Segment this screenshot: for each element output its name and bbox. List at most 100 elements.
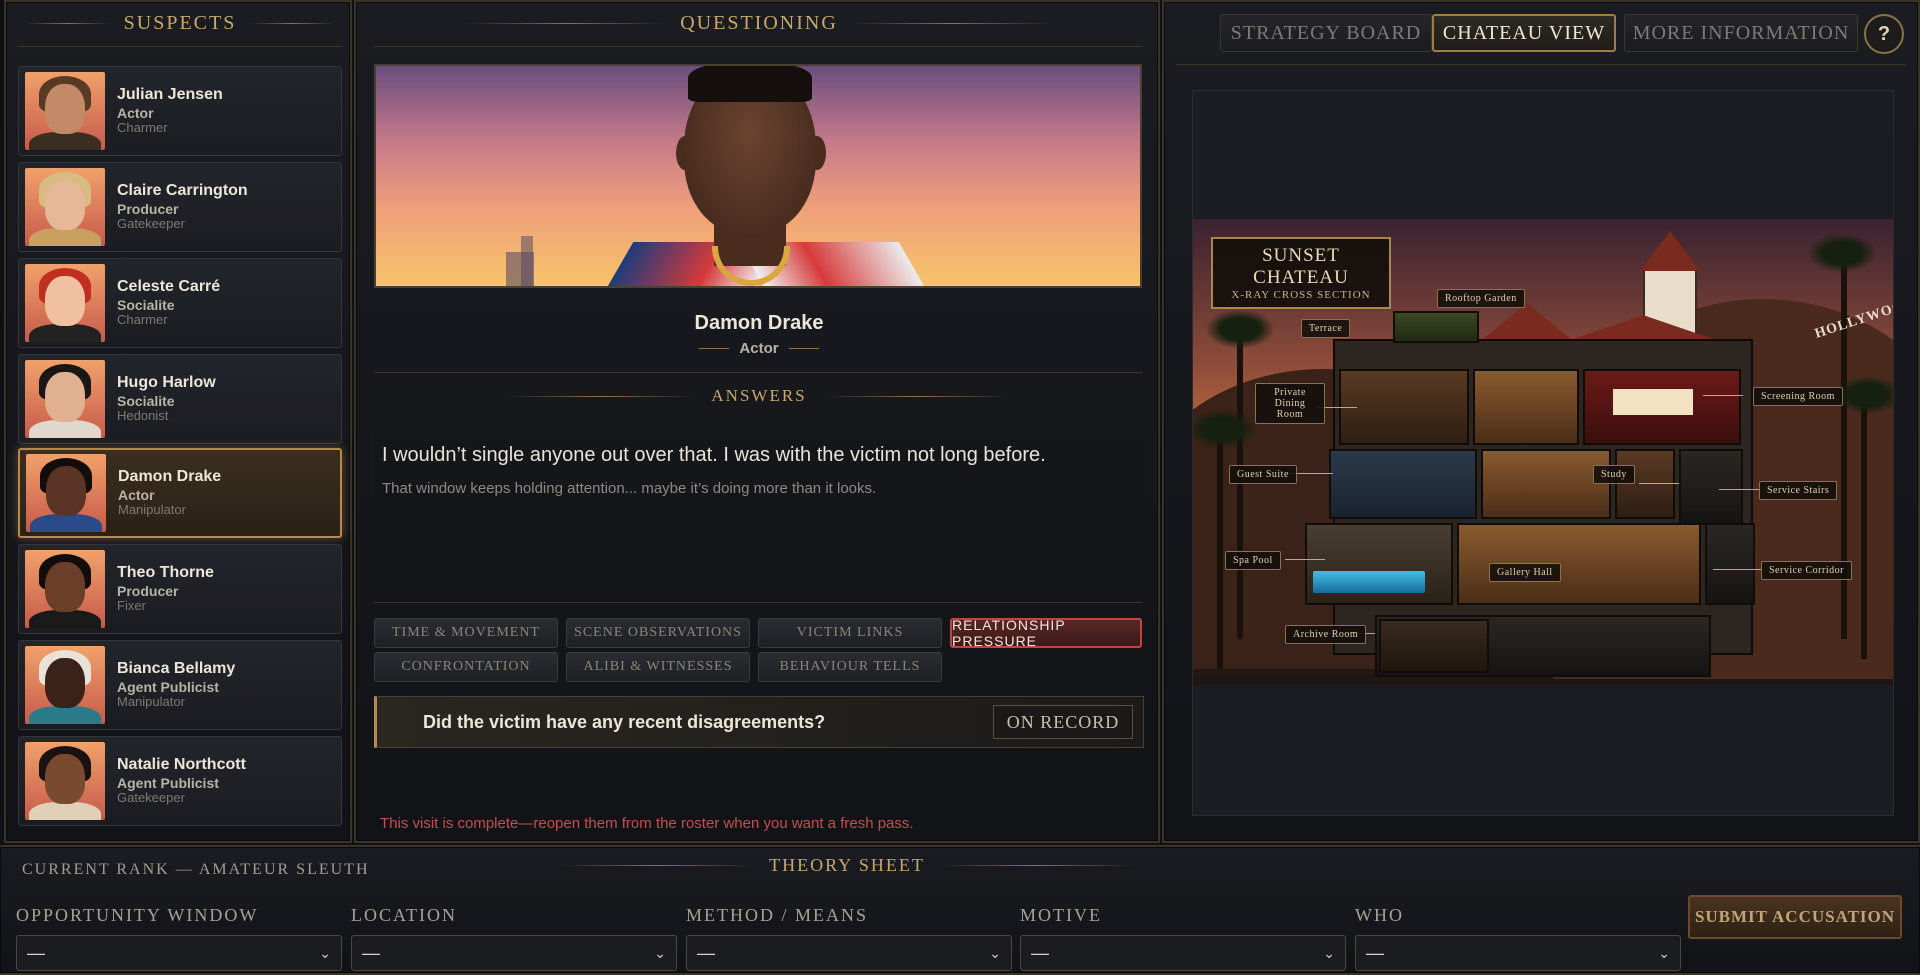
suspect-card-bianca-bellamy[interactable]: Bianca Bellamy Agent Publicist Manipulat… bbox=[18, 640, 342, 730]
suspect-role: Actor bbox=[117, 104, 154, 121]
tab-strategy-board[interactable]: STRATEGY BOARD bbox=[1220, 14, 1432, 52]
suspect-role: Producer bbox=[117, 582, 179, 599]
suspects-title-text: SUSPECTS bbox=[123, 12, 237, 34]
suspect-card-celeste-carre[interactable]: Celeste Carré Socialite Charmer bbox=[18, 258, 342, 348]
room-archive[interactable]: Archive Room bbox=[1285, 625, 1367, 644]
questioning-panel: QUESTIONING Damon Drake Actor ANSWERS I … bbox=[354, 0, 1160, 843]
suspects-panel: SUSPECTS Julian Jensen Actor Charmer Cla… bbox=[4, 0, 352, 843]
tab-more-information[interactable]: MORE INFORMATION bbox=[1624, 14, 1858, 52]
chateau-cross-section: HOLLYWOOD SUNSET CHATEAU X-RAY CROSS SEC… bbox=[1193, 219, 1893, 685]
select-value: — bbox=[27, 942, 45, 963]
suspect-name: Bianca Bellamy bbox=[117, 660, 236, 678]
submit-accusation-button[interactable]: SUBMIT ACCUSATION bbox=[1688, 895, 1902, 939]
answer-text: I wouldn’t single anyone out over that. … bbox=[382, 444, 1046, 466]
suspect-hero-portrait bbox=[374, 64, 1142, 288]
suspect-name: Celeste Carré bbox=[117, 278, 221, 296]
suspect-portrait bbox=[26, 454, 106, 532]
chevron-down-icon: ⌄ bbox=[319, 944, 331, 961]
room-terrace[interactable]: Terrace bbox=[1301, 319, 1351, 338]
visit-complete-note: This visit is complete—reopen them from … bbox=[380, 815, 914, 832]
room-service-corridor[interactable]: Service Corridor bbox=[1761, 561, 1852, 580]
view-panel: STRATEGY BOARD CHATEAU VIEW MORE INFORMA… bbox=[1162, 0, 1920, 843]
suspect-role: Agent Publicist bbox=[117, 774, 219, 791]
who-select[interactable]: — ⌄ bbox=[1355, 935, 1681, 971]
answers-title-text: ANSWERS bbox=[711, 386, 807, 405]
room-private-dining[interactable]: Private Dining Room bbox=[1255, 383, 1325, 424]
suspects-title: SUSPECTS bbox=[24, 12, 336, 35]
tab-victim-links[interactable]: VICTIM LINKS bbox=[758, 618, 942, 648]
suspect-trait: Hedonist bbox=[117, 407, 169, 423]
answer-box: I wouldn’t single anyone out over that. … bbox=[374, 434, 1144, 602]
room-spa-pool[interactable]: Spa Pool bbox=[1225, 551, 1281, 570]
suspect-name: Julian Jensen bbox=[117, 86, 223, 104]
help-button[interactable]: ? bbox=[1864, 14, 1904, 54]
field-label-motive: MOTIVE bbox=[1020, 905, 1102, 925]
suspect-name: Hugo Harlow bbox=[117, 374, 216, 392]
suspect-name: Claire Carrington bbox=[117, 182, 248, 200]
suspect-portrait bbox=[25, 168, 105, 246]
tab-relationship-pressure[interactable]: RELATIONSHIP PRESSURE bbox=[950, 617, 1142, 649]
room-guest-suite[interactable]: Guest Suite bbox=[1229, 465, 1297, 484]
map-title: SUNSET CHATEAU bbox=[1253, 245, 1349, 288]
suspect-trait: Manipulator bbox=[117, 693, 185, 709]
suspect-role: Actor bbox=[118, 486, 155, 503]
on-record-badge: ON RECORD bbox=[993, 705, 1133, 739]
field-label-who: WHO bbox=[1355, 905, 1404, 925]
suspect-card-damon-drake[interactable]: Damon Drake Actor Manipulator bbox=[18, 448, 342, 538]
suspect-trait: Charmer bbox=[117, 311, 168, 327]
suspect-role: Agent Publicist bbox=[117, 678, 219, 695]
suspect-name: Theo Thorne bbox=[117, 564, 214, 582]
room-gallery-hall[interactable]: Gallery Hall bbox=[1489, 563, 1561, 582]
chevron-down-icon: ⌄ bbox=[1658, 944, 1670, 961]
opportunity-window-select[interactable]: — ⌄ bbox=[16, 935, 342, 971]
chateau-map-frame: HOLLYWOOD SUNSET CHATEAU X-RAY CROSS SEC… bbox=[1192, 90, 1894, 816]
questioned-suspect-name: Damon Drake bbox=[694, 312, 824, 334]
tab-confrontation[interactable]: CONFRONTATION bbox=[374, 652, 558, 682]
questioning-title: QUESTIONING bbox=[466, 12, 1053, 35]
question-item[interactable]: Did the victim have any recent disagreem… bbox=[374, 696, 1144, 748]
suspect-card-theo-thorne[interactable]: Theo Thorne Producer Fixer bbox=[18, 544, 342, 634]
questioning-title-text: QUESTIONING bbox=[680, 12, 838, 34]
field-label-opportunity-window: OPPORTUNITY WINDOW bbox=[16, 905, 259, 925]
suspect-portrait bbox=[25, 646, 105, 724]
suspect-portrait bbox=[25, 742, 105, 820]
suspect-portrait bbox=[25, 360, 105, 438]
tab-chateau-view[interactable]: CHATEAU VIEW bbox=[1432, 14, 1616, 52]
suspect-role: Producer bbox=[117, 200, 179, 217]
suspect-card-natalie-northcott[interactable]: Natalie Northcott Agent Publicist Gateke… bbox=[18, 736, 342, 826]
method-means-select[interactable]: — ⌄ bbox=[686, 935, 1012, 971]
tab-alibi-witnesses[interactable]: ALIBI & WITNESSES bbox=[566, 652, 750, 682]
room-service-stairs[interactable]: Service Stairs bbox=[1759, 481, 1838, 500]
answers-title: ANSWERS bbox=[506, 386, 1013, 406]
select-value: — bbox=[697, 942, 715, 963]
suspect-card-claire-carrington[interactable]: Claire Carrington Producer Gatekeeper bbox=[18, 162, 342, 252]
suspect-trait: Gatekeeper bbox=[117, 789, 185, 805]
questioned-suspect-role-text: Actor bbox=[739, 340, 779, 357]
room-study[interactable]: Study bbox=[1593, 465, 1635, 484]
room-rooftop-garden[interactable]: Rooftop Garden bbox=[1437, 289, 1525, 308]
tab-time-movement[interactable]: TIME & MOVEMENT bbox=[374, 618, 558, 648]
select-value: — bbox=[362, 942, 380, 963]
field-label-location: LOCATION bbox=[351, 905, 457, 925]
suspect-trait: Charmer bbox=[117, 119, 168, 135]
tab-behaviour-tells[interactable]: BEHAVIOUR TELLS bbox=[758, 652, 942, 682]
question-text: Did the victim have any recent disagreem… bbox=[423, 711, 826, 732]
motive-select[interactable]: — ⌄ bbox=[1020, 935, 1346, 971]
suspect-card-julian-jensen[interactable]: Julian Jensen Actor Charmer bbox=[18, 66, 342, 156]
suspect-portrait bbox=[25, 264, 105, 342]
theory-sheet-title-text: THEORY SHEET bbox=[769, 855, 925, 875]
suspect-name: Damon Drake bbox=[118, 468, 222, 486]
suspect-role: Socialite bbox=[117, 392, 175, 409]
answer-hint: That window keeps holding attention... m… bbox=[382, 480, 877, 497]
select-value: — bbox=[1031, 942, 1049, 963]
suspect-trait: Manipulator bbox=[118, 501, 186, 517]
suspect-trait: Fixer bbox=[117, 597, 146, 613]
suspect-role: Socialite bbox=[117, 296, 175, 313]
location-select[interactable]: — ⌄ bbox=[351, 935, 677, 971]
room-screening[interactable]: Screening Room bbox=[1753, 387, 1843, 406]
map-title-plaque: SUNSET CHATEAU X-RAY CROSS SECTION bbox=[1211, 237, 1391, 309]
tab-scene-observations[interactable]: SCENE OBSERVATIONS bbox=[566, 618, 750, 648]
suspect-card-hugo-harlow[interactable]: Hugo Harlow Socialite Hedonist bbox=[18, 354, 342, 444]
current-rank: CURRENT RANK — AMATEUR SLEUTH bbox=[22, 861, 370, 878]
theory-sheet-title: THEORY SHEET bbox=[560, 855, 1135, 876]
